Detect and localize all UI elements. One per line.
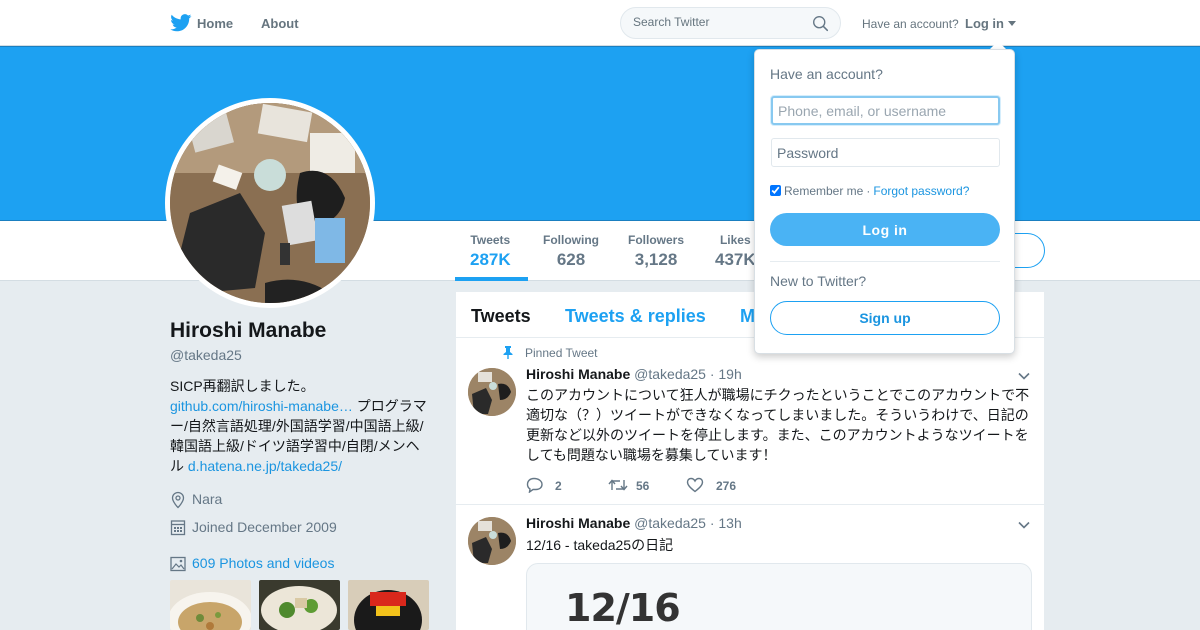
bio-github-link[interactable]: github.com/hiroshi-manabe… (170, 398, 353, 414)
remember-me-checkbox[interactable] (770, 185, 781, 196)
stat-label: Tweets (470, 233, 511, 247)
bio-hatena-link[interactable]: d.hatena.ne.jp/takeda25/ (188, 458, 342, 474)
active-stat-indicator (455, 277, 528, 281)
tab-tweets-replies[interactable]: Tweets & replies (565, 306, 706, 327)
login-menu-link[interactable]: Log in (965, 16, 1004, 31)
stat-label: Following (543, 233, 599, 247)
remember-me-label[interactable]: Remember me (784, 184, 863, 198)
calendar-icon (170, 520, 186, 536)
link-card[interactable]: 12/16 (526, 563, 1032, 630)
username-input[interactable] (771, 96, 1000, 125)
media-thumbnail[interactable] (348, 580, 429, 630)
card-image-text: 12/16 (565, 586, 681, 630)
like-action[interactable]: 276 (686, 477, 736, 493)
avatar-photo (468, 517, 516, 565)
profile-handle[interactable]: @takeda25 (170, 347, 242, 363)
food-photo (259, 580, 340, 630)
photo-icon (170, 556, 186, 572)
reply-icon[interactable] (526, 477, 544, 494)
profile-bio: SICP再翻訳しました。github.com/hiroshi-manabe… プ… (170, 376, 432, 476)
reply-count: 2 (555, 479, 562, 493)
avatar-photo (170, 103, 370, 303)
avatar-image (170, 103, 370, 303)
stat-value: 437K (715, 250, 756, 269)
joined-text: Joined December 2009 (192, 519, 337, 535)
tweet-text: 12/16 - takeda25の日記 (526, 537, 674, 553)
stat-likes[interactable]: Likes 437K (715, 233, 756, 270)
food-photo (170, 580, 251, 630)
divider (770, 261, 1000, 262)
media-thumbnail[interactable] (170, 580, 251, 630)
retweet-icon[interactable] (608, 477, 628, 493)
media-thumbnail[interactable] (259, 580, 340, 630)
location-pin-icon (171, 491, 185, 509)
stat-label: Likes (719, 233, 751, 247)
signup-button[interactable]: Sign up (770, 301, 1000, 335)
chevron-down-icon[interactable] (1017, 518, 1031, 532)
search-icon[interactable] (812, 15, 829, 32)
tweet-author-name[interactable]: Hiroshi Manabe (526, 366, 630, 382)
pin-icon (503, 346, 513, 359)
stat-value: 3,128 (634, 250, 678, 269)
stat-followers[interactable]: Followers 3,128 (628, 233, 684, 270)
search-box[interactable] (620, 7, 841, 39)
tweet-text: このアカウントについて狂人が職場にチクったということでこのアカウントで不適切な（… (526, 387, 1030, 463)
tab-media[interactable]: M (740, 306, 755, 327)
nav-home-link[interactable]: Home (197, 16, 233, 31)
pinned-label: Pinned Tweet (525, 346, 598, 360)
tweet-header: Hiroshi Manabe @takeda25 · 13h (526, 515, 742, 531)
chevron-down-icon[interactable] (1017, 369, 1031, 383)
tweet-item[interactable]: Hiroshi Manabe @takeda25 · 13h 12/16 - t… (456, 505, 1044, 630)
stat-following[interactable]: Following 628 (543, 233, 599, 270)
caret-down-icon[interactable] (1008, 21, 1016, 26)
tweet-avatar[interactable] (468, 517, 516, 565)
stat-label: Followers (628, 233, 685, 247)
forgot-password-link[interactable]: Forgot password? (873, 184, 969, 198)
retweet-count: 56 (636, 479, 650, 493)
tweet-author-name[interactable]: Hiroshi Manabe (526, 515, 630, 531)
tweet-avatar[interactable] (468, 368, 516, 416)
twitter-bird-icon[interactable] (170, 14, 192, 32)
tab-tweets[interactable]: Tweets (471, 306, 531, 327)
dropdown-title: Have an account? (770, 66, 883, 82)
stat-value: 628 (556, 250, 586, 269)
reply-action[interactable]: 2 (526, 477, 562, 494)
login-dropdown: Have an account? Remember me·Forgot pass… (754, 49, 1015, 354)
tweet-meta[interactable]: @takeda25 · 19h (634, 366, 742, 382)
bio-text: SICP再翻訳しました。 (170, 378, 315, 394)
avatar-photo (468, 368, 516, 416)
have-account-text: Have an account? (862, 17, 959, 31)
heart-icon[interactable] (686, 477, 704, 493)
tweet-header: Hiroshi Manabe @takeda25 · 19h (526, 366, 742, 382)
photos-videos-label[interactable]: 609 Photos and videos (192, 555, 334, 571)
separator: · (866, 184, 871, 198)
stat-tweets[interactable]: Tweets 287K (470, 233, 511, 270)
password-input[interactable] (771, 138, 1000, 167)
login-button[interactable]: Log in (770, 213, 1000, 246)
remember-row: Remember me · Forgot password? (770, 184, 969, 198)
stat-value: 287K (470, 250, 511, 269)
profile-avatar[interactable] (165, 98, 375, 308)
like-count: 276 (716, 479, 737, 493)
food-package-photo (348, 580, 429, 630)
new-to-twitter-text: New to Twitter? (770, 273, 867, 289)
tweet-meta[interactable]: @takeda25 · 13h (634, 515, 742, 531)
search-input[interactable] (633, 15, 803, 29)
location-text: Nara (192, 491, 223, 507)
top-navigation-bar: Home About Have an account? Log in (0, 0, 1200, 46)
profile-name[interactable]: Hiroshi Manabe (170, 319, 326, 343)
tweet-item[interactable]: Pinned Tweet Hiroshi Manabe @takeda25 · … (456, 338, 1044, 505)
retweet-action[interactable]: 56 (608, 477, 649, 493)
nav-about-link[interactable]: About (261, 16, 299, 31)
